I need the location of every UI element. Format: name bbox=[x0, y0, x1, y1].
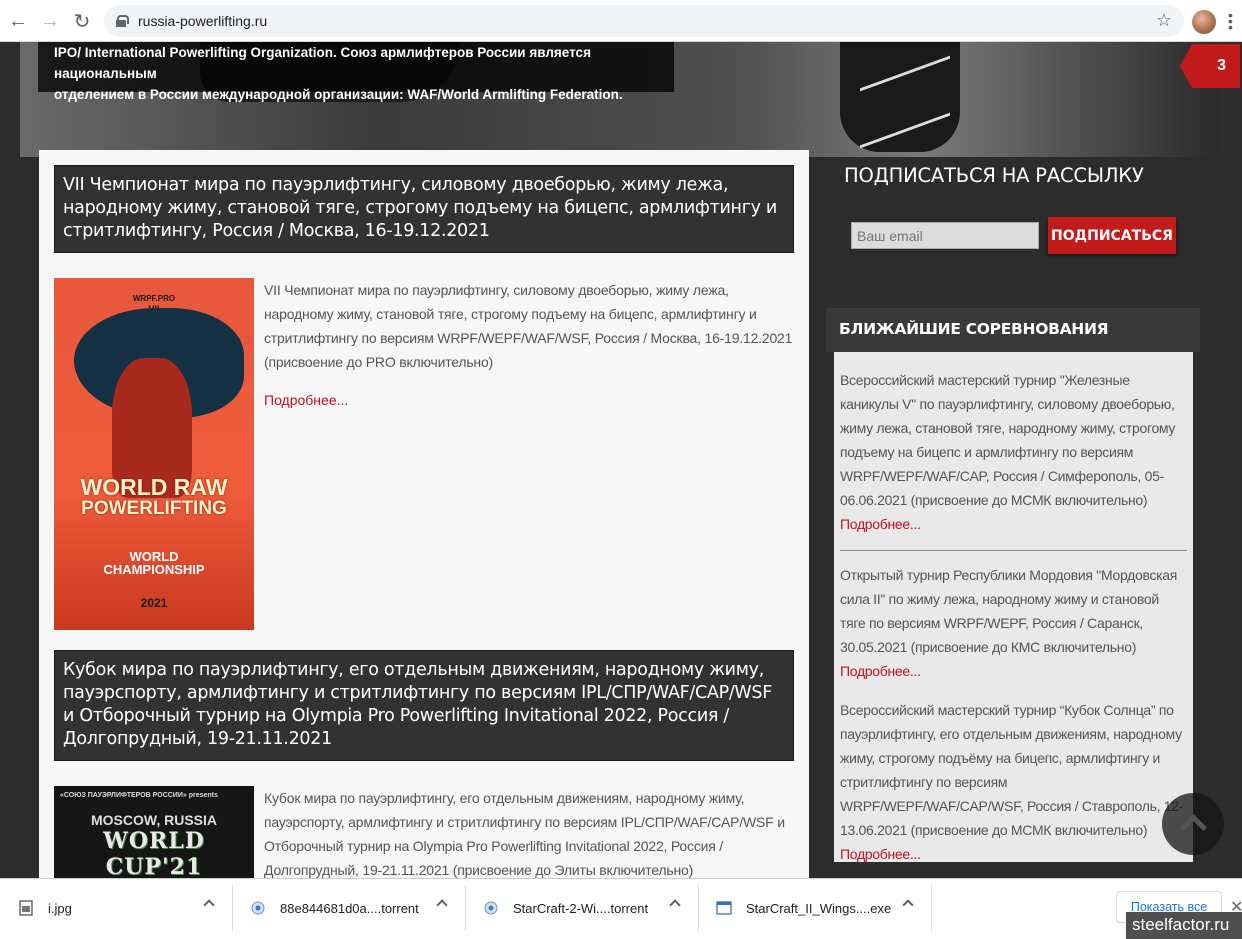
competition-text: Всероссийский мастерский турнир "Железны… bbox=[840, 372, 1176, 508]
back-arrow-icon[interactable]: ← bbox=[2, 5, 34, 37]
bookmark-star-icon[interactable]: ☆ bbox=[1156, 10, 1172, 31]
poster-top-text: WRPF.PRO bbox=[132, 294, 176, 303]
download-filename: StarCraft-2-Wi....torrent bbox=[513, 900, 649, 916]
image-file-icon bbox=[19, 900, 33, 916]
post-excerpt: Кубок мира по пауэрлифтингу, его отдельн… bbox=[264, 790, 785, 878]
email-field[interactable] bbox=[851, 222, 1039, 249]
poster-title-line1: WORLD RAW bbox=[80, 474, 228, 500]
poster-city: MOSCOW, RUSSIA bbox=[90, 812, 217, 828]
read-more-link[interactable]: Подробнее... bbox=[840, 846, 921, 862]
post-excerpt: VII Чемпионат мира по пауэрлифтингу, сил… bbox=[264, 282, 793, 370]
download-item[interactable]: StarCraft-2-Wi....torrent bbox=[483, 879, 648, 937]
download-filename: 88e844681d0a....torrent bbox=[280, 900, 419, 916]
divider bbox=[232, 885, 233, 931]
competition-item: Всероссийский мастерский турнир "Железны… bbox=[840, 368, 1187, 536]
main-column: VII Чемпионат мира по пауэрлифтингу, сил… bbox=[39, 150, 809, 878]
competitions-title: БЛИЖАЙШИЕ СОРЕВНОВАНИЯ bbox=[826, 308, 1200, 352]
slider-counter-badge[interactable]: 3 bbox=[1180, 44, 1240, 88]
divider bbox=[465, 885, 466, 931]
address-bar[interactable]: russia-powerlifting.ru ☆ bbox=[104, 5, 1184, 37]
torrent-file-icon bbox=[484, 901, 498, 915]
competitions-list: Всероссийский мастерский турнир "Железны… bbox=[834, 352, 1193, 862]
subscribe-button[interactable]: ПОДПИСАТЬСЯ bbox=[1048, 217, 1176, 254]
post-thumbnail[interactable]: WRPF.PRO VII WORLD RAW POWERLIFTING WORL… bbox=[54, 278, 254, 630]
reload-icon[interactable]: ↻ bbox=[66, 5, 98, 37]
forward-arrow-icon[interactable]: → bbox=[34, 5, 66, 37]
download-item[interactable]: StarCraft_II_Wings....exe bbox=[716, 879, 891, 937]
page-content: IPO/ International Powerlifting Organiza… bbox=[0, 42, 1242, 878]
hero-caption-line1: IPO/ International Powerlifting Organiza… bbox=[54, 45, 591, 81]
lock-icon bbox=[116, 15, 129, 27]
chevron-up-icon[interactable] bbox=[436, 899, 448, 911]
post-title[interactable]: Кубок мира по пауэрлифтингу, его отдельн… bbox=[54, 650, 794, 761]
chevron-up-icon[interactable] bbox=[203, 899, 215, 911]
download-item[interactable]: i.jpg bbox=[18, 879, 72, 937]
competition-item: Всероссийский мастерский турнир “Кубок С… bbox=[840, 698, 1187, 866]
torrent-file-icon bbox=[251, 901, 265, 915]
poster-top-text: «СОЮЗ ПАУЭРЛИФТЕРОВ РОССИИ» presents bbox=[60, 792, 218, 799]
hero-caption-line2: отделением в России международной органи… bbox=[54, 87, 623, 102]
watermark-text: steelfactor.ru bbox=[1126, 912, 1242, 939]
scroll-to-top-button[interactable] bbox=[1162, 793, 1224, 855]
hero-banner: IPO/ International Powerlifting Organiza… bbox=[20, 42, 1220, 157]
download-shelf: i.jpg 88e844681d0a....torrent StarCraft-… bbox=[0, 878, 1242, 939]
poster-cup-title: WORLD CUP'21 bbox=[103, 828, 205, 878]
hero-caption: IPO/ International Powerlifting Organiza… bbox=[38, 42, 674, 102]
chevron-up-icon[interactable] bbox=[669, 899, 681, 911]
divider bbox=[698, 885, 699, 931]
chevron-up-icon[interactable] bbox=[902, 899, 914, 911]
competition-text: Всероссийский мастерский турнир “Кубок С… bbox=[840, 702, 1184, 838]
menu-dots-icon[interactable]: • • • bbox=[1228, 8, 1233, 34]
download-filename: i.jpg bbox=[48, 900, 72, 916]
browser-toolbar: ← → ↻ russia-powerlifting.ru ☆ • • • bbox=[0, 0, 1242, 42]
read-more-link[interactable]: Подробнее... bbox=[840, 516, 921, 532]
subscribe-title: ПОДПИСАТЬСЯ НА РАССЫЛКУ bbox=[844, 164, 1144, 187]
poster-championship-text: CHAMPIONSHIP bbox=[103, 562, 205, 577]
url-text: russia-powerlifting.ru bbox=[138, 13, 268, 29]
exe-file-icon bbox=[716, 901, 732, 915]
download-filename: StarCraft_II_Wings....exe bbox=[746, 900, 892, 916]
divider bbox=[840, 550, 1187, 551]
poster-title-line2: POWERLIFTING bbox=[81, 498, 227, 519]
divider bbox=[931, 885, 932, 931]
post-thumbnail[interactable]: «СОЮЗ ПАУЭРЛИФТЕРОВ РОССИИ» presents MOS… bbox=[54, 786, 254, 878]
profile-avatar[interactable] bbox=[1192, 10, 1216, 34]
poster-year: 2021 bbox=[140, 596, 168, 610]
read-more-link[interactable]: Подробнее... bbox=[840, 663, 921, 679]
competition-item: Открытый турнир Республики Мордовия "Мор… bbox=[840, 563, 1187, 683]
download-item[interactable]: 88e844681d0a....torrent bbox=[250, 879, 419, 937]
post-title[interactable]: VII Чемпионат мира по пауэрлифтингу, сил… bbox=[54, 165, 794, 253]
competition-text: Открытый турнир Республики Мордовия "Мор… bbox=[840, 567, 1178, 655]
read-more-link[interactable]: Подробнее... bbox=[264, 392, 348, 408]
